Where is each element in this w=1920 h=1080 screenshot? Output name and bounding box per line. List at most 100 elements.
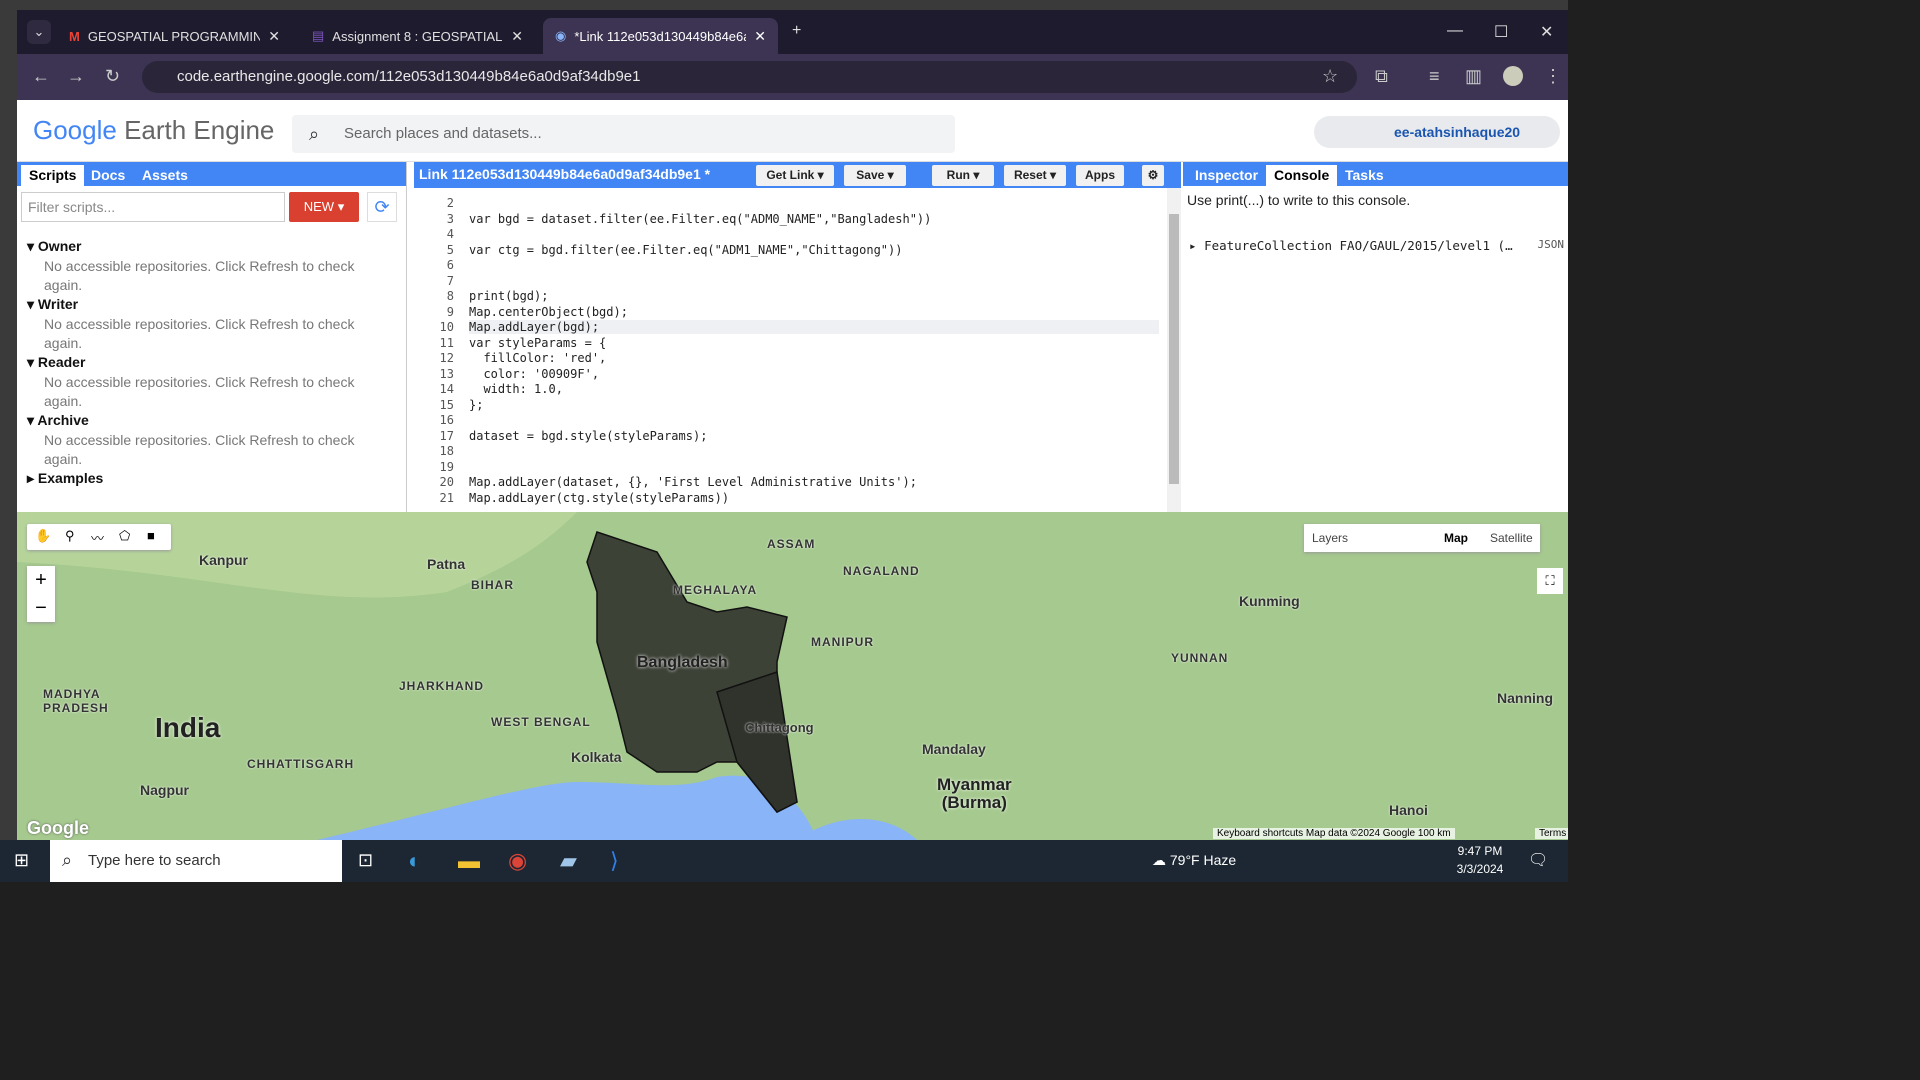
search-input[interactable]: Search places and datasets... (292, 115, 955, 153)
code-line[interactable]: Map.centerObject(bgd); (469, 305, 628, 319)
run-button[interactable]: Run ▾ (932, 165, 994, 186)
code-line[interactable]: fillColor: 'red', (469, 351, 606, 365)
code-line[interactable]: Map.addLayer(bgd); (469, 320, 1159, 334)
line-number: 5 (446, 242, 454, 257)
line-icon[interactable]: 〰 (91, 528, 104, 547)
close-window-button[interactable]: ✕ (1540, 22, 1553, 42)
code-line[interactable]: var bgd = dataset.filter(ee.Filter.eq("A… (469, 212, 931, 226)
filter-scripts-input[interactable]: Filter scripts... (21, 192, 285, 222)
windows-start-icon[interactable]: ⊞ (14, 850, 29, 871)
back-icon[interactable]: ← (32, 66, 50, 87)
console-hint: Use print(...) to write to this console. (1187, 192, 1411, 208)
map-type-button[interactable]: Map (1444, 531, 1468, 545)
line-number: 17 (439, 428, 454, 443)
tab-inspector[interactable]: Inspector (1187, 165, 1266, 186)
url-input[interactable]: code.earthengine.google.com/112e053d1304… (142, 61, 1357, 93)
media-icon[interactable]: ≡ (1429, 66, 1440, 87)
code-area[interactable]: 2 3 var bgd = dataset.filter(ee.Filter.eq(… (414, 188, 1164, 512)
tab-scripts[interactable]: Scripts (21, 165, 85, 186)
zoom-out-button[interactable]: − (27, 594, 55, 622)
tab-tasks[interactable]: Tasks (1337, 165, 1392, 186)
close-icon[interactable]: ✕ (511, 28, 523, 45)
tab-gmail[interactable]: M GEOSPATIAL PROGRAMMING ✕ (57, 18, 292, 54)
marker-icon[interactable]: ⚲ (65, 528, 75, 544)
zoom-in-button[interactable]: + (27, 566, 55, 594)
taskbar-search-input[interactable]: Type here to search (50, 840, 342, 882)
user-account-button[interactable]: ee-atahsinhaque20 (1314, 116, 1560, 148)
code-line[interactable]: dataset = bgd.style(styleParams); (469, 429, 707, 443)
code-line[interactable]: width: 1.0, (469, 382, 562, 396)
earth-engine-icon: ◉ (555, 28, 567, 43)
fullscreen-icon[interactable]: ⛶ (1537, 568, 1563, 594)
close-icon[interactable]: ✕ (268, 28, 280, 45)
tab-console[interactable]: Console (1266, 165, 1338, 186)
settings-gear-icon[interactable]: ⚙ (1142, 165, 1164, 186)
section-archive[interactable]: ▾ Archive (27, 412, 89, 429)
close-icon[interactable]: ✕ (754, 28, 766, 45)
line-number: 16 (439, 413, 454, 427)
map-label-chhattisgarh: CHHATTISGARH (247, 757, 355, 771)
hand-icon[interactable]: ✋ (35, 528, 51, 544)
section-writer[interactable]: ▾ Writer (27, 296, 78, 313)
layers-button[interactable]: Layers (1312, 531, 1348, 545)
line-number: 2 (446, 196, 454, 210)
file-explorer-icon[interactable]: ▬ (458, 848, 480, 874)
section-owner[interactable]: ▾ Owner (27, 238, 82, 255)
console-output-row[interactable]: ▸ FeatureCollection FAO/GAUL/2015/level1… (1189, 238, 1564, 253)
tab-assets[interactable]: Assets (134, 165, 196, 186)
refresh-icon[interactable]: ⟳ (367, 192, 397, 222)
map-label-nagpur: Nagpur (140, 782, 189, 798)
json-tag[interactable]: JSON (1538, 238, 1565, 251)
tab-docs[interactable]: Docs (83, 165, 133, 186)
polygon-icon[interactable]: ⬠ (119, 528, 130, 544)
tab-search-button[interactable]: ⌄ (27, 20, 51, 44)
get-link-button[interactable]: Get Link ▾ (756, 165, 834, 186)
task-view-icon[interactable]: ⊡ (358, 850, 373, 871)
code-line[interactable]: var styleParams = { (469, 336, 606, 350)
code-line[interactable]: Map.addLayer(dataset, {}, 'First Level A… (469, 475, 917, 489)
profile-avatar[interactable] (1503, 66, 1523, 86)
extensions-icon[interactable]: ⧉ (1375, 66, 1388, 87)
menu-dots-icon[interactable]: ⋮ (1544, 66, 1562, 87)
reload-icon[interactable]: ↻ (105, 66, 120, 87)
terms-link[interactable]: Terms (1535, 828, 1568, 839)
weather-widget[interactable]: ☁ 79°F Haze (1152, 852, 1236, 869)
new-button[interactable]: NEW ▾ (289, 192, 359, 222)
apps-button[interactable]: Apps (1076, 165, 1124, 186)
code-line[interactable]: }; (469, 398, 483, 412)
app-icon[interactable]: ▰ (560, 848, 577, 874)
bookmark-star-icon[interactable]: ☆ (1322, 66, 1338, 87)
section-reader[interactable]: ▾ Reader (27, 354, 85, 371)
map-view[interactable]: Bangladesh India Myanmar (Burma) Kolkata… (17, 512, 1568, 840)
maximize-button[interactable]: ☐ (1494, 22, 1508, 42)
code-line[interactable]: var ctg = bgd.filter(ee.Filter.eq("ADM1_… (469, 243, 902, 257)
save-button[interactable]: Save ▾ (844, 165, 906, 186)
line-number: 9 (446, 304, 454, 319)
minimize-button[interactable]: — (1447, 22, 1463, 40)
tab-earth-engine[interactable]: ◉ *Link 112e053d130449b84e6a0 ✕ (543, 18, 778, 54)
forward-icon[interactable]: → (67, 66, 85, 87)
map-label-assam: ASSAM (767, 537, 816, 551)
edge-icon[interactable]: ◐ (408, 848, 421, 874)
map-label-hanoi: Hanoi (1389, 802, 1428, 818)
vscode-icon[interactable]: ⟩ (610, 848, 619, 874)
editor-scrollbar[interactable] (1167, 188, 1181, 512)
map-label-nanning: Nanning (1497, 690, 1553, 706)
reset-button[interactable]: Reset ▾ (1004, 165, 1066, 186)
satellite-button[interactable]: Satellite (1490, 531, 1533, 545)
tab-bar: ⌄ M GEOSPATIAL PROGRAMMING ✕ ▤ Assignmen… (17, 10, 1568, 54)
notifications-icon[interactable]: 🗨 (1528, 850, 1548, 870)
map-label-yunnan: YUNNAN (1171, 651, 1229, 665)
side-panel-icon[interactable]: ▥ (1465, 66, 1482, 87)
section-examples[interactable]: ▸ Examples (27, 470, 103, 487)
rectangle-icon[interactable]: ■ (147, 528, 155, 543)
code-line[interactable]: print(bgd); (469, 289, 548, 303)
section-message: No accessible repositories. Click Refres… (44, 316, 355, 351)
new-tab-button[interactable]: + (792, 22, 801, 40)
code-line[interactable]: color: '00909F', (469, 367, 599, 381)
code-line[interactable]: Map.addLayer(ctg.style(styleParams)) (469, 491, 729, 505)
clock[interactable]: 9:47 PM 3/3/2024 (1455, 844, 1505, 876)
chrome-icon[interactable]: ◉ (508, 848, 527, 874)
tab-assignment[interactable]: ▤ Assignment 8 : GEOSPATIAL PR ✕ (300, 18, 535, 54)
left-tabs: Scripts Docs Assets (17, 162, 406, 186)
